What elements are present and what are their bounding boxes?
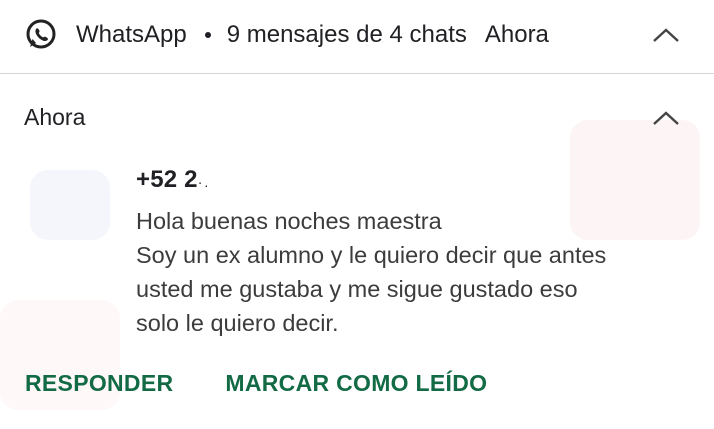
message-line: usted me gustaba y me sigue gustado eso [136,276,578,302]
app-name: WhatsApp [76,21,187,48]
chevron-up-icon[interactable] [651,109,681,127]
whatsapp-notification[interactable]: WhatsApp 9 mensajes de 4 chats Ahora Aho… [0,0,714,429]
background-artifact [30,170,110,240]
conversation-time: Ahora [24,104,86,130]
reply-button[interactable]: RESPONDER [25,370,173,397]
whatsapp-icon [26,19,56,49]
notification-summary: 9 mensajes de 4 chats [226,21,467,48]
mark-as-read-button[interactable]: MARCAR COMO LEÍDO [225,370,487,397]
divider [0,73,714,74]
chevron-up-icon[interactable] [651,26,681,44]
message-body: Hola buenas noches maestra Soy un ex alu… [136,204,696,340]
separator-dot [204,32,211,38]
sender-name: +52 2·. [136,166,210,194]
notification-header[interactable]: WhatsApp 9 mensajes de 4 chats Ahora [0,0,714,70]
message-line: Soy un ex alumno y le quiero decir que a… [136,242,607,268]
message-line: Hola buenas noches maestra [136,208,442,234]
notification-actions: RESPONDER MARCAR COMO LEÍDO [25,370,487,397]
sender-suffix: ·. [197,174,211,190]
message-line: solo le quiero decir. [136,310,339,336]
sender-number: +52 2 [136,166,198,193]
notification-time: Ahora [484,21,549,48]
